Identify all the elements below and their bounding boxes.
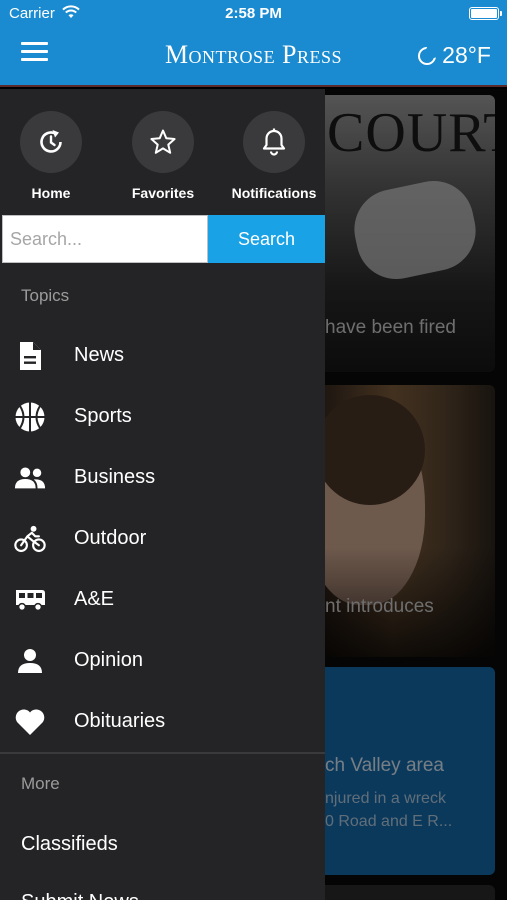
weather-widget[interactable]: 28°F — [418, 42, 491, 69]
more-section-title: More — [21, 774, 60, 793]
topic-label: Obituaries — [74, 710, 166, 732]
topic-item-sports[interactable]: Sports — [0, 386, 325, 447]
search-input[interactable] — [2, 215, 208, 263]
topic-item-ae[interactable]: A&E — [0, 569, 325, 630]
quick-actions: Home Favorites Notifications — [0, 89, 325, 214]
star-icon — [150, 129, 176, 154]
topic-item-business[interactable]: Business — [0, 447, 325, 508]
moon-icon — [418, 43, 441, 65]
app-header: Montrose Press 28°F — [0, 28, 507, 87]
more-item-classifieds[interactable]: Classifieds — [21, 833, 118, 856]
notifications-button[interactable]: Notifications — [224, 111, 324, 201]
heart-icon — [15, 708, 45, 735]
basketball-icon — [15, 402, 45, 431]
search-bar: Search — [2, 215, 325, 263]
favorites-label: Favorites — [131, 185, 195, 201]
status-bar: Carrier 2:58 PM — [0, 0, 507, 28]
temperature-label: 28°F — [442, 42, 491, 68]
notifications-label: Notifications — [231, 185, 317, 201]
people-icon — [14, 466, 46, 488]
topic-item-obituaries[interactable]: Obituaries — [0, 691, 325, 752]
topics-section-title: Topics — [21, 286, 70, 305]
document-icon — [20, 341, 41, 370]
topic-label: News — [74, 344, 125, 366]
bicycle-icon — [14, 525, 46, 552]
home-refresh-icon — [40, 130, 62, 153]
home-label: Home — [31, 185, 71, 201]
side-drawer: Home Favorites Notifications Search... S… — [0, 89, 325, 900]
topic-label: Sports — [74, 405, 132, 427]
favorites-button[interactable]: Favorites — [113, 111, 213, 201]
status-time: 2:58 PM — [225, 5, 282, 22]
section-divider — [0, 752, 325, 754]
drawer-backdrop[interactable] — [325, 89, 507, 900]
more-item-submit-news[interactable]: Submit News — [21, 891, 139, 900]
home-button[interactable]: Home — [1, 111, 101, 201]
topic-label: Outdoor — [74, 527, 147, 549]
search-button[interactable]: Search — [208, 215, 325, 263]
topic-item-news[interactable]: News — [0, 325, 325, 386]
topic-label: Business — [74, 466, 156, 488]
battery-icon — [469, 7, 502, 20]
topic-label: Opinion — [74, 649, 143, 671]
bell-icon — [262, 128, 286, 156]
rv-icon — [16, 589, 45, 611]
topic-item-outdoor[interactable]: Outdoor — [0, 508, 325, 569]
topic-item-opinion[interactable]: Opinion — [0, 630, 325, 691]
topic-label: A&E — [74, 588, 115, 610]
person-icon — [18, 648, 42, 673]
